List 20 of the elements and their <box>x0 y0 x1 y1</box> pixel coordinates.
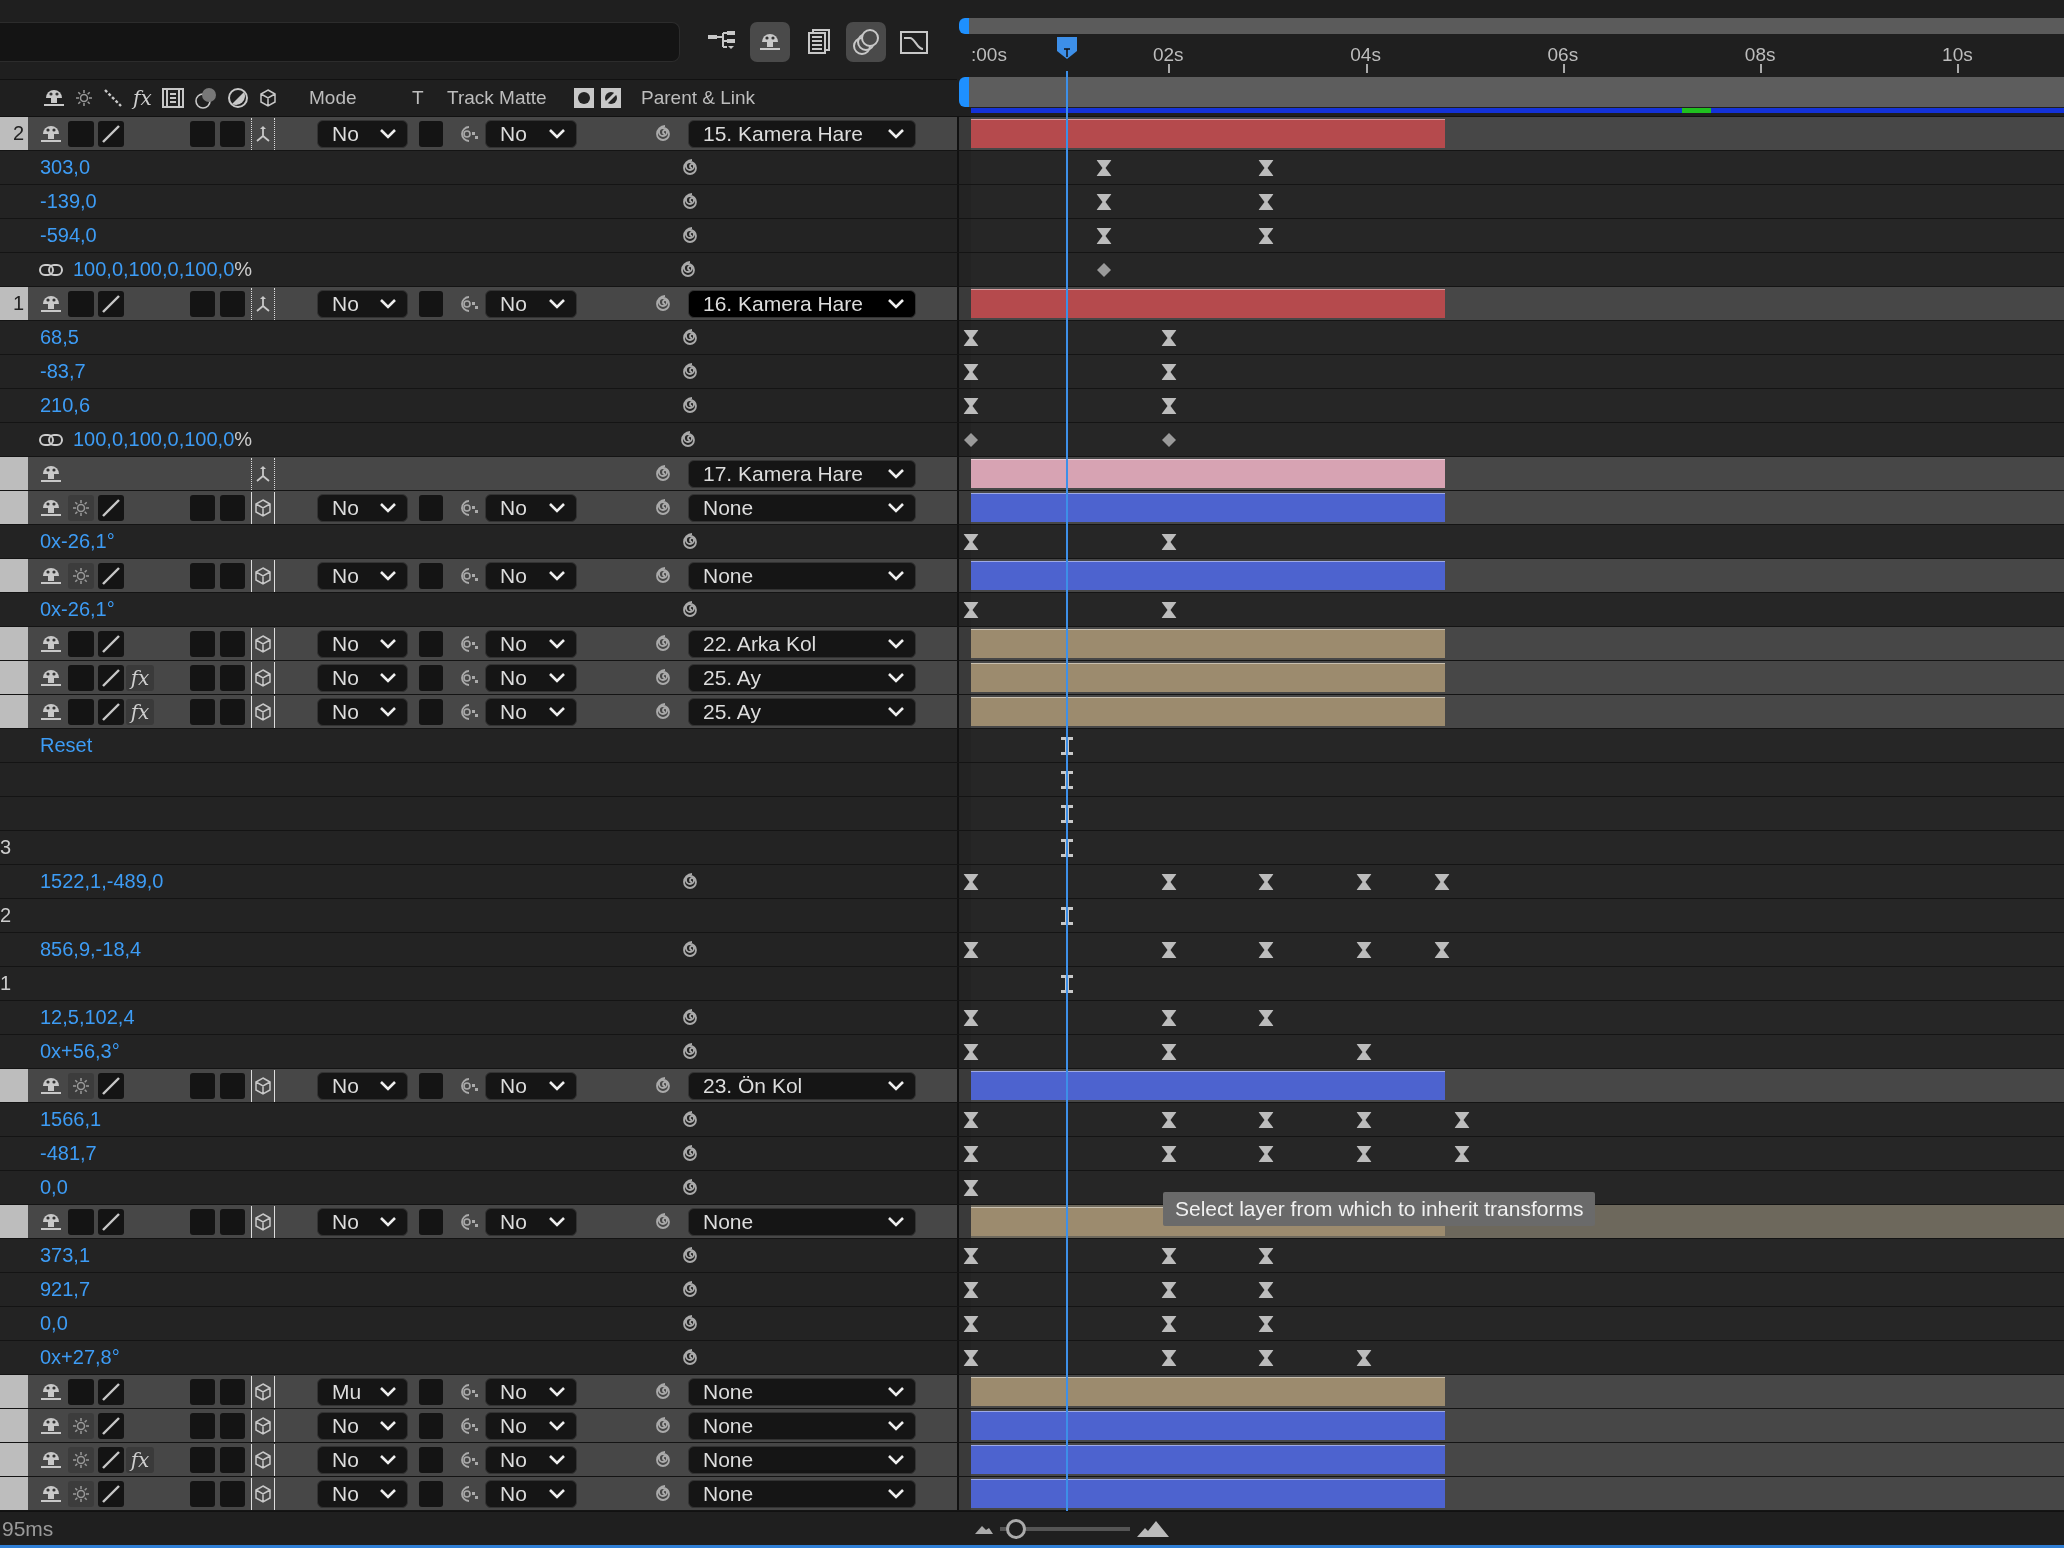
time-label: 02s <box>1152 44 1184 66</box>
time-label: 06s <box>1547 44 1579 66</box>
unit-label: % <box>234 428 253 451</box>
t-header: T <box>412 87 425 110</box>
track-matte-header: Track Matte <box>447 87 548 110</box>
fx-label: fx <box>133 86 152 111</box>
index-label: 1 <box>0 972 12 995</box>
time-label: 08s <box>1744 44 1776 66</box>
time-label: 04s <box>1350 44 1381 66</box>
unit-label: % <box>234 258 253 281</box>
tooltip: Select layer from which to inherit transforms <box>1163 1192 1596 1226</box>
layer-number: 1 <box>0 287 28 320</box>
index-label: 2 <box>0 904 12 927</box>
parent-link-header: Parent & Link <box>641 87 757 110</box>
time-label: :00s <box>971 44 1007 66</box>
mode-header: Mode <box>309 87 358 110</box>
index-label: 3 <box>0 836 12 859</box>
layer-number: 2 <box>0 117 28 150</box>
time-label: 10s <box>1942 44 1973 66</box>
time-readout: 95ms <box>1 1516 54 1541</box>
